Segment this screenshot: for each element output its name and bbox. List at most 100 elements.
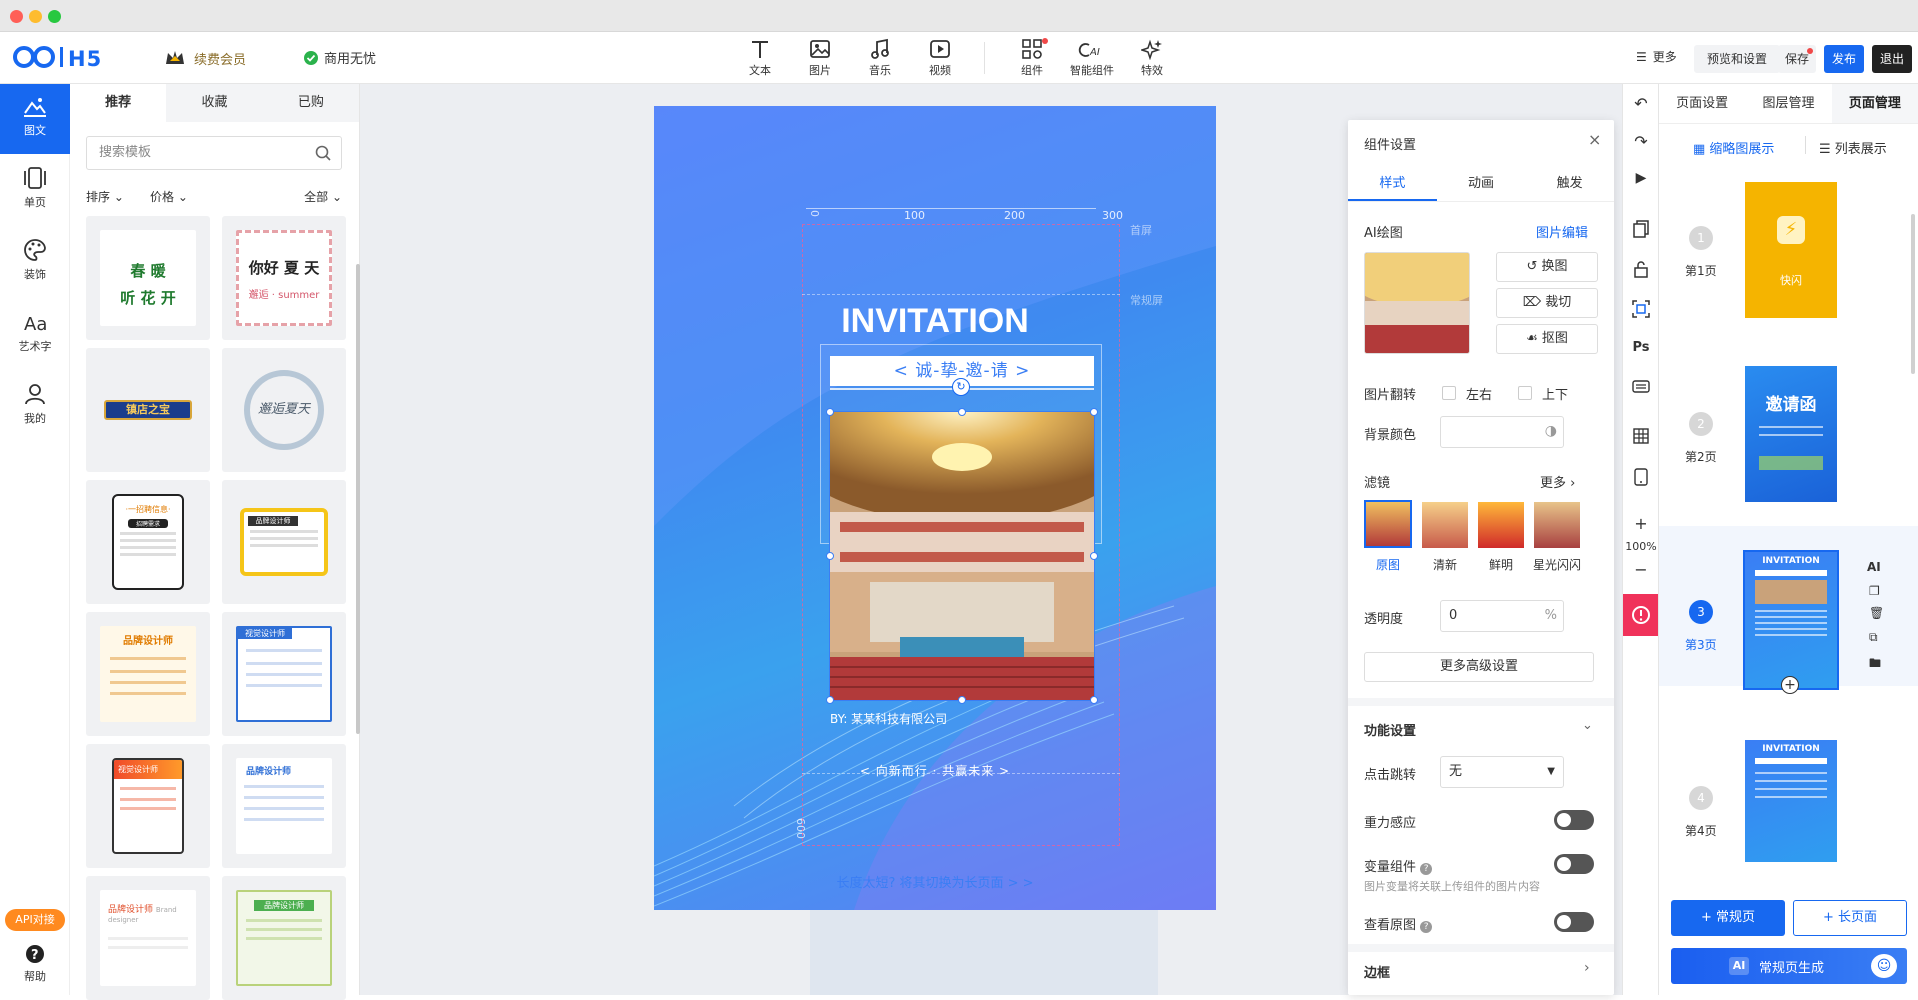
opacity-input[interactable]: 0 % — [1440, 600, 1564, 632]
minimize-window-button[interactable] — [29, 10, 42, 23]
scan-icon[interactable] — [1623, 300, 1659, 321]
jump-select[interactable]: 无 ▼ — [1440, 756, 1564, 788]
template-search-input[interactable]: 搜索模板 — [86, 136, 342, 170]
tab-page-manager[interactable]: 页面管理 — [1831, 84, 1918, 123]
template-card[interactable]: 品牌设计师 — [222, 744, 346, 868]
list-view-toggle[interactable]: ☰ 列表展示 — [1819, 138, 1887, 157]
page-thumb-4[interactable]: INVITATION — [1745, 740, 1837, 862]
all-dropdown[interactable]: 全部 ⌄ — [304, 188, 342, 205]
preview-settings-button[interactable]: 预览和设置 — [1694, 45, 1780, 73]
nav-decoration[interactable]: 装饰 — [0, 228, 70, 298]
tool-smart-component[interactable]: AI 智能组件 — [1066, 36, 1118, 78]
resize-handle[interactable] — [958, 696, 966, 704]
tool-video[interactable]: 视频 — [914, 36, 966, 78]
page-ai-button[interactable]: AI — [1867, 560, 1881, 574]
add-page-icon[interactable]: + — [1781, 676, 1799, 694]
nav-graphic[interactable]: 图文 — [0, 84, 70, 154]
template-card[interactable]: 品牌设计师 — [222, 480, 346, 604]
tab-recommend[interactable]: 推荐 — [70, 84, 167, 122]
save-button[interactable]: 保存 — [1778, 45, 1816, 73]
switch-long-page-hint[interactable]: 长度太短? 将其切换为长页面 > > — [654, 872, 1216, 891]
template-card[interactable]: 视觉设计师 — [222, 612, 346, 736]
cutout-button[interactable]: ☙ 抠图 — [1496, 324, 1598, 354]
help-button[interactable]: ? 帮助 — [0, 944, 70, 984]
copy-icon[interactable]: ❐ — [1869, 584, 1880, 598]
add-normal-page-button[interactable]: + 常规页 — [1671, 900, 1785, 936]
chevron-right-icon[interactable]: › — [1584, 960, 1590, 976]
filter-fresh[interactable] — [1422, 502, 1468, 548]
nav-mine[interactable]: 我的 — [0, 372, 70, 442]
play-icon[interactable]: ▶ — [1623, 170, 1659, 186]
variable-toggle[interactable] — [1554, 854, 1594, 874]
replace-image-button[interactable]: ↺ 换图 — [1496, 252, 1598, 282]
grid-icon[interactable] — [1623, 428, 1659, 447]
zoom-in-button[interactable]: + — [1623, 514, 1659, 533]
template-card[interactable]: ·一招聘信息· 招聘需求 — [86, 480, 210, 604]
template-card[interactable]: 品牌设计师 Brand designer — [86, 876, 210, 1000]
filter-starlight[interactable] — [1534, 502, 1580, 548]
tool-music[interactable]: 音乐 — [854, 36, 906, 78]
filter-vivid[interactable] — [1478, 502, 1524, 548]
redo-icon[interactable]: ↷ — [1623, 132, 1659, 151]
resize-handle[interactable] — [826, 696, 834, 704]
page-thumb-1[interactable]: ⚡ 快闪 — [1745, 182, 1837, 318]
nav-art-text[interactable]: Aa 艺术字 — [0, 300, 70, 370]
template-card[interactable]: 春 暖 听 花 开 — [86, 216, 210, 340]
close-icon[interactable]: × — [1588, 130, 1601, 149]
tab-favorites[interactable]: 收藏 — [166, 84, 262, 122]
tab-layer-manager[interactable]: 图层管理 — [1745, 84, 1831, 123]
filter-more-link[interactable]: 更多 › — [1540, 472, 1575, 491]
resize-handle[interactable] — [826, 552, 834, 560]
search-icon[interactable] — [315, 145, 331, 161]
rotate-handle-icon[interactable]: ↻ — [952, 378, 970, 396]
tool-text[interactable]: 文本 — [734, 36, 786, 78]
ai-generate-page-button[interactable]: AI 常规页生成 ☺ — [1671, 948, 1907, 984]
folder-icon[interactable]: 🖿 — [1869, 654, 1881, 675]
close-window-button[interactable] — [10, 10, 23, 23]
page-scrollbar[interactable] — [1911, 214, 1915, 374]
undo-icon[interactable]: ↶ — [1623, 94, 1659, 113]
add-long-page-button[interactable]: + 长页面 — [1793, 900, 1907, 936]
info-icon[interactable]: ? — [1420, 921, 1433, 933]
tab-trigger[interactable]: 触发 — [1525, 168, 1614, 201]
tool-image[interactable]: 图片 — [794, 36, 846, 78]
zoom-out-button[interactable]: − — [1623, 560, 1659, 579]
selected-image[interactable] — [792, 382, 1132, 701]
image-preview[interactable] — [1364, 252, 1470, 354]
price-dropdown[interactable]: 价格 ⌄ — [150, 188, 188, 205]
gravity-toggle[interactable] — [1554, 810, 1594, 830]
view-original-toggle[interactable] — [1554, 912, 1594, 932]
filter-original[interactable] — [1364, 500, 1412, 548]
template-card[interactable]: 镇店之宝 — [86, 348, 210, 472]
copy-page-icon[interactable] — [1623, 220, 1659, 241]
publish-button[interactable]: 发布 — [1824, 45, 1864, 73]
resize-handle[interactable] — [826, 408, 834, 416]
company-text[interactable]: BY: 某某科技有限公司 — [830, 710, 947, 727]
advanced-settings-button[interactable]: 更多高级设置 — [1364, 652, 1594, 682]
resize-handle[interactable] — [1090, 408, 1098, 416]
page-thumb-3[interactable]: INVITATION + — [1743, 550, 1839, 694]
vip-renew[interactable]: 续费会员 — [164, 48, 246, 68]
resize-handle[interactable] — [958, 408, 966, 416]
tool-effects[interactable]: 特效 — [1126, 36, 1178, 78]
resize-handle[interactable] — [1090, 552, 1098, 560]
color-picker-icon[interactable]: ◑ — [1545, 423, 1557, 439]
image-edit-link[interactable]: 图片编辑 — [1536, 222, 1588, 241]
nav-single-page[interactable]: 单页 — [0, 156, 70, 226]
delete-icon[interactable]: 🗑 — [1869, 606, 1884, 620]
exit-button[interactable]: 退出 — [1872, 45, 1912, 73]
sort-dropdown[interactable]: 排序 ⌄ — [86, 188, 124, 205]
crop-button[interactable]: ⌦ 裁切 — [1496, 288, 1598, 318]
maximize-window-button[interactable] — [48, 10, 61, 23]
template-card[interactable]: 品牌设计师 — [86, 612, 210, 736]
info-icon[interactable]: ? — [1420, 863, 1433, 875]
tool-component[interactable]: 组件 — [1006, 36, 1058, 78]
tab-purchased[interactable]: 已购 — [263, 84, 359, 122]
resize-handle[interactable] — [1090, 696, 1098, 704]
keyboard-icon[interactable] — [1623, 380, 1659, 397]
api-button[interactable]: API对接 — [5, 909, 65, 931]
tab-page-settings[interactable]: 页面设置 — [1659, 84, 1745, 123]
tab-animation[interactable]: 动画 — [1437, 168, 1526, 201]
more-menu[interactable]: ☰ 更多 — [1636, 48, 1677, 65]
slogan-text[interactable]: < 向新而行 · 共赢未来 > — [654, 762, 1216, 779]
